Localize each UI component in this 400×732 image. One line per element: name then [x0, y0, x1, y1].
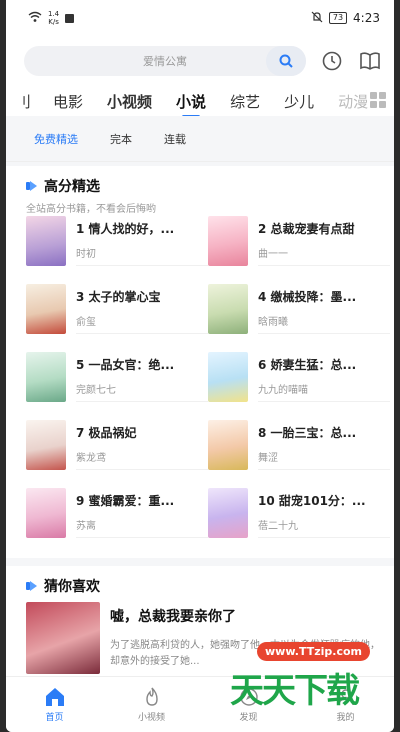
- tab-label: 小视频: [137, 712, 165, 723]
- book-cover: [26, 216, 66, 266]
- book-cover: [26, 602, 100, 674]
- channel-tab-partial[interactable]: 刂: [16, 91, 41, 112]
- book-title: 5 一品女官：绝...: [76, 358, 175, 372]
- book-description: 为了逃脱高利贷的人，她强吻了他。本以为会发狂躁症的他，却意外的接受了她...: [110, 640, 380, 667]
- subtab-serializing[interactable]: 连载: [164, 131, 186, 147]
- section-title: 高分精选: [44, 179, 100, 195]
- book-item[interactable]: 7 极品祸妃 紫龙鸢: [26, 420, 208, 470]
- mute-icon: [311, 11, 323, 26]
- book-item[interactable]: 10 甜宠101分：... 蓓二十九: [208, 488, 390, 538]
- status-bar: 1.4 K/s 73 4:23: [6, 0, 394, 36]
- flame-icon: [145, 687, 158, 706]
- book-item[interactable]: 6 娇妻生猛：总... 九九的喵喵: [208, 352, 390, 402]
- book-cover: [208, 284, 248, 334]
- book-title: 2 总裁宠妻有点甜: [258, 222, 355, 236]
- book-item[interactable]: 4 缴械投降：墨... 晗雨曦: [208, 284, 390, 334]
- book-cover: [26, 284, 66, 334]
- book-author: 俞玺: [76, 317, 96, 328]
- tab-label: 首页: [45, 712, 64, 723]
- book-title: 1 情人找的好，...: [76, 222, 175, 236]
- search-input[interactable]: 爱情公寓: [24, 46, 306, 76]
- user-icon: [337, 688, 354, 705]
- tab-label: 我的: [336, 712, 355, 723]
- channel-tab-novel[interactable]: 小说: [164, 91, 218, 112]
- book-item[interactable]: 5 一品女官：绝... 完颜七七: [26, 352, 208, 402]
- book-cover: [208, 216, 248, 266]
- notification-icon: [65, 13, 75, 23]
- book-title: 8 一胎三宝：总...: [258, 426, 357, 440]
- search-icon: [279, 54, 293, 68]
- book-title: 6 娇妻生猛：总...: [258, 358, 357, 372]
- book-cover: [26, 420, 66, 470]
- section-title: 猜你喜欢: [44, 579, 100, 595]
- book-item[interactable]: 9 蜜婚霸爱：重... 苏离: [26, 488, 208, 538]
- tab-short-video[interactable]: 小视频: [103, 677, 200, 732]
- high-score-section: 高分精选 全站高分书籍，不看会后悔哟 1 情人找的好，... 时初 2 总裁宠妻有…: [6, 166, 394, 558]
- home-icon: [45, 687, 64, 706]
- book-author: 晗雨曦: [258, 317, 288, 328]
- book-author: 九九的喵喵: [258, 385, 308, 396]
- tab-profile[interactable]: 我的: [297, 677, 394, 732]
- book-title: 嘘，总裁我要亲你了: [110, 609, 236, 625]
- book-author: 完颜七七: [76, 385, 116, 396]
- bottom-tab-bar: 首页 小视频 发现 我的: [6, 676, 394, 732]
- book-grid: 1 情人找的好，... 时初 2 总裁宠妻有点甜 曲一一 3 太子的掌心宝 俞玺 4 …: [6, 216, 394, 538]
- app-screen: 1.4 K/s 73 4:23 爱情公寓 刂 电影 小视频 小说 综艺 少儿 动…: [6, 0, 394, 732]
- book-author: 舞涩: [258, 453, 278, 464]
- channel-tab-short-video[interactable]: 小视频: [95, 91, 164, 112]
- book-title: 3 太子的掌心宝: [76, 290, 161, 304]
- book-cover: [26, 352, 66, 402]
- section-header: 高分精选: [6, 166, 394, 196]
- channel-grid-icon[interactable]: [370, 92, 386, 108]
- channel-tabs: 刂 电影 小视频 小说 综艺 少儿 动漫: [6, 86, 394, 116]
- book-cover: [26, 488, 66, 538]
- book-item[interactable]: 3 太子的掌心宝 俞玺: [26, 284, 208, 334]
- book-author: 曲一一: [258, 249, 288, 260]
- channel-tab-variety[interactable]: 综艺: [218, 91, 272, 112]
- book-cover: [208, 420, 248, 470]
- section-marker-icon: [26, 581, 38, 591]
- battery-indicator: 73: [328, 12, 348, 24]
- search-placeholder: 爱情公寓: [143, 55, 187, 68]
- section-header: 猜你喜欢: [6, 566, 394, 596]
- search-header: 爱情公寓: [6, 36, 394, 86]
- channel-tab-movie[interactable]: 电影: [41, 91, 95, 112]
- subtab-free-picks[interactable]: 免费精选: [34, 131, 78, 147]
- book-author: 蓓二十九: [258, 521, 298, 532]
- book-title: 4 缴械投降：墨...: [258, 290, 357, 304]
- section-subtitle: 全站高分书籍，不看会后悔哟: [26, 204, 156, 215]
- book-item[interactable]: 2 总裁宠妻有点甜 曲一一: [208, 216, 390, 266]
- book-author: 时初: [76, 249, 96, 260]
- sub-tabs: 免费精选 完本 连载: [6, 116, 394, 162]
- clock: 4:23: [353, 11, 380, 25]
- tab-home[interactable]: 首页: [6, 677, 103, 732]
- guess-you-like-section: 猜你喜欢 嘘，总裁我要亲你了 为了逃脱高利贷的人，她强吻了他。本以为会发狂躁症的…: [6, 566, 394, 676]
- recommended-book[interactable]: 嘘，总裁我要亲你了 为了逃脱高利贷的人，她强吻了他。本以为会发狂躁症的他，却意外…: [26, 602, 382, 674]
- book-title: 10 甜宠101分：...: [258, 494, 366, 508]
- bookshelf-icon[interactable]: [358, 49, 382, 73]
- channel-tab-kids[interactable]: 少儿: [272, 91, 326, 112]
- book-item[interactable]: 8 一胎三宝：总... 舞涩: [208, 420, 390, 470]
- network-speed: 1.4 K/s: [48, 10, 60, 26]
- wifi-icon: [28, 11, 42, 26]
- book-item[interactable]: 1 情人找的好，... 时初: [26, 216, 208, 266]
- subtab-completed[interactable]: 完本: [110, 131, 132, 147]
- section-marker-icon: [26, 181, 38, 191]
- history-icon[interactable]: [320, 49, 344, 73]
- compass-icon: [239, 687, 258, 706]
- book-cover: [208, 488, 248, 538]
- tab-label: 发现: [239, 712, 258, 723]
- book-author: 紫龙鸢: [76, 453, 106, 464]
- book-author: 苏离: [76, 521, 96, 532]
- book-title: 7 极品祸妃: [76, 426, 137, 440]
- tab-discover[interactable]: 发现: [200, 677, 297, 732]
- search-button[interactable]: [266, 46, 306, 76]
- book-cover: [208, 352, 248, 402]
- book-title: 9 蜜婚霸爱：重...: [76, 494, 175, 508]
